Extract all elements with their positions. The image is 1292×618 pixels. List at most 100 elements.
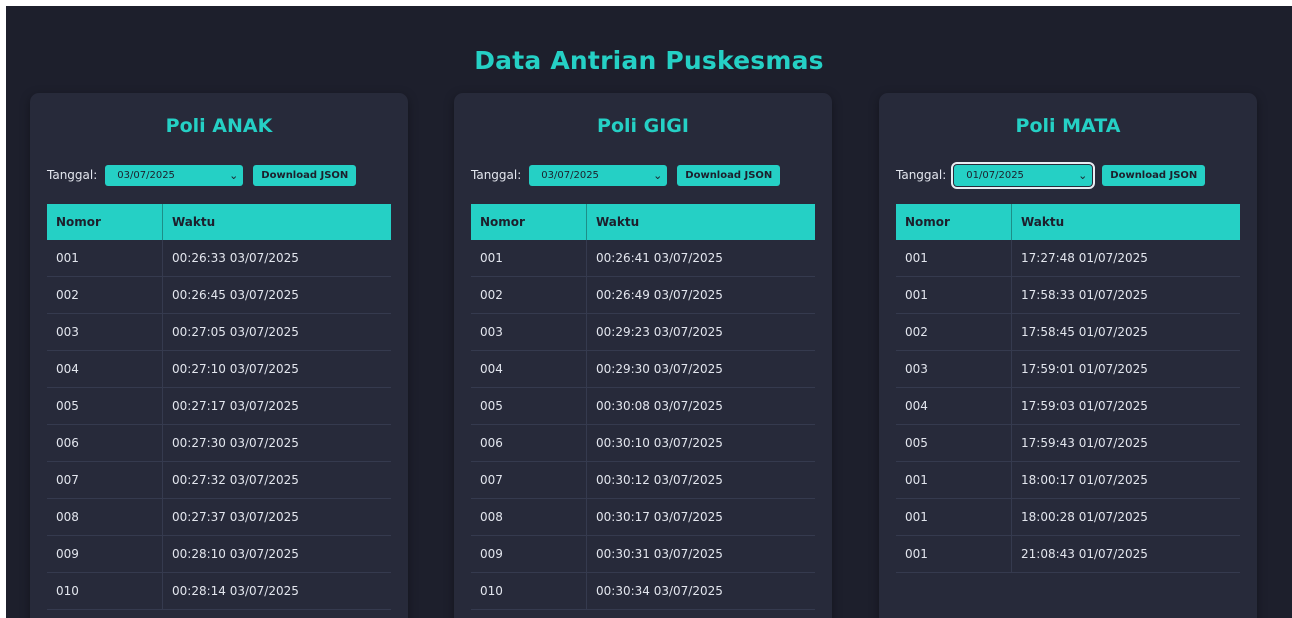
cell-nomor: 004 bbox=[47, 350, 163, 388]
cell-nomor: 010 bbox=[47, 572, 163, 610]
cell-nomor: 001 bbox=[471, 240, 587, 277]
table-row: 009 00:30:31 03/07/2025 bbox=[471, 535, 815, 573]
cell-waktu: 00:26:41 03/07/2025 bbox=[586, 240, 815, 277]
table-row: 003 00:29:23 03/07/2025 bbox=[471, 313, 815, 351]
cell-nomor: 003 bbox=[471, 313, 587, 351]
cell-waktu: 18:00:17 01/07/2025 bbox=[1011, 461, 1240, 499]
column-header-nomor: Nomor bbox=[47, 204, 163, 240]
cell-waktu: 00:28:10 03/07/2025 bbox=[162, 535, 391, 573]
panel-poli-anak: Poli ANAK Tanggal: 03/07/2025 ⌄ Download… bbox=[30, 93, 408, 618]
cell-nomor: 005 bbox=[896, 424, 1012, 462]
panel-controls: Tanggal: 01/07/2025 ⌄ Download JSON bbox=[896, 161, 1206, 189]
table-header-row: Nomor Waktu bbox=[896, 204, 1240, 240]
table-row: 010 00:30:34 03/07/2025 bbox=[471, 572, 815, 610]
date-select[interactable]: 01/07/2025 ⌄ bbox=[951, 161, 1096, 189]
cell-nomor: 006 bbox=[47, 424, 163, 462]
panel-title: Poli ANAK bbox=[165, 115, 273, 137]
cell-nomor: 002 bbox=[47, 276, 163, 314]
table-row: 004 17:59:03 01/07/2025 bbox=[896, 387, 1240, 425]
date-select-value: 01/07/2025 bbox=[966, 169, 1024, 181]
table-row: 001 21:08:43 01/07/2025 bbox=[896, 535, 1240, 573]
app-window: Data Antrian Puskesmas Poli ANAK Tanggal… bbox=[6, 6, 1292, 618]
panel-poli-mata: Poli MATA Tanggal: 01/07/2025 ⌄ Download… bbox=[879, 93, 1257, 618]
column-header-waktu: Waktu bbox=[162, 204, 391, 240]
table-row: 006 00:30:10 03/07/2025 bbox=[471, 424, 815, 462]
cell-waktu: 00:28:14 03/07/2025 bbox=[162, 572, 391, 610]
table-row: 006 00:27:30 03/07/2025 bbox=[47, 424, 391, 462]
cell-waktu: 18:00:28 01/07/2025 bbox=[1011, 498, 1240, 536]
date-select[interactable]: 03/07/2025 ⌄ bbox=[105, 164, 244, 186]
table-row: 010 00:28:14 03/07/2025 bbox=[47, 572, 391, 610]
date-select-value: 03/07/2025 bbox=[541, 169, 599, 181]
table-row: 002 17:58:45 01/07/2025 bbox=[896, 313, 1240, 351]
cell-waktu: 00:27:10 03/07/2025 bbox=[162, 350, 391, 388]
cell-waktu: 17:27:48 01/07/2025 bbox=[1011, 240, 1240, 277]
table-row: 002 00:26:45 03/07/2025 bbox=[47, 276, 391, 314]
cell-nomor: 001 bbox=[896, 461, 1012, 499]
cell-waktu: 00:27:17 03/07/2025 bbox=[162, 387, 391, 425]
table-row: 001 18:00:28 01/07/2025 bbox=[896, 498, 1240, 536]
table-row: 009 00:28:10 03/07/2025 bbox=[47, 535, 391, 573]
table-row: 001 18:00:17 01/07/2025 bbox=[896, 461, 1240, 499]
table-row: 004 00:27:10 03/07/2025 bbox=[47, 350, 391, 388]
download-json-button[interactable]: Download JSON bbox=[253, 164, 357, 186]
table-row: 003 17:59:01 01/07/2025 bbox=[896, 350, 1240, 388]
cell-nomor: 010 bbox=[471, 572, 587, 610]
cell-nomor: 009 bbox=[47, 535, 163, 573]
cell-nomor: 007 bbox=[47, 461, 163, 499]
cell-waktu: 00:26:49 03/07/2025 bbox=[586, 276, 815, 314]
chevron-down-icon: ⌄ bbox=[1078, 168, 1088, 182]
cell-waktu: 21:08:43 01/07/2025 bbox=[1011, 535, 1240, 573]
date-label: Tanggal: bbox=[471, 168, 522, 182]
date-select-value: 03/07/2025 bbox=[117, 169, 175, 181]
cell-nomor: 001 bbox=[896, 276, 1012, 314]
page-title: Data Antrian Puskesmas bbox=[474, 46, 824, 75]
panel-title: Poli GIGI bbox=[597, 115, 689, 137]
date-select[interactable]: 03/07/2025 ⌄ bbox=[529, 164, 668, 186]
chevron-down-icon: ⌄ bbox=[653, 168, 663, 182]
cell-nomor: 001 bbox=[896, 498, 1012, 536]
queue-table: Nomor Waktu 001 17:27:48 01/07/2025 001 17:… bbox=[896, 204, 1240, 573]
cell-waktu: 00:30:12 03/07/2025 bbox=[586, 461, 815, 499]
cell-nomor: 004 bbox=[896, 387, 1012, 425]
download-json-button[interactable]: Download JSON bbox=[677, 164, 781, 186]
cell-waktu: 00:30:10 03/07/2025 bbox=[586, 424, 815, 462]
table-row: 001 17:27:48 01/07/2025 bbox=[896, 240, 1240, 277]
cell-waktu: 00:30:34 03/07/2025 bbox=[586, 572, 815, 610]
cell-nomor: 003 bbox=[47, 313, 163, 351]
table-row: 004 00:29:30 03/07/2025 bbox=[471, 350, 815, 388]
cell-waktu: 00:27:32 03/07/2025 bbox=[162, 461, 391, 499]
cell-nomor: 009 bbox=[471, 535, 587, 573]
column-header-nomor: Nomor bbox=[471, 204, 587, 240]
cell-nomor: 003 bbox=[896, 350, 1012, 388]
cell-nomor: 007 bbox=[471, 461, 587, 499]
cell-nomor: 005 bbox=[471, 387, 587, 425]
cell-waktu: 00:30:31 03/07/2025 bbox=[586, 535, 815, 573]
cell-nomor: 002 bbox=[896, 313, 1012, 351]
cell-waktu: 17:58:45 01/07/2025 bbox=[1011, 313, 1240, 351]
table-row: 005 00:27:17 03/07/2025 bbox=[47, 387, 391, 425]
table-row: 007 00:30:12 03/07/2025 bbox=[471, 461, 815, 499]
queue-table: Nomor Waktu 001 00:26:33 03/07/2025 002 00:… bbox=[47, 204, 391, 610]
cell-nomor: 001 bbox=[47, 240, 163, 277]
column-header-nomor: Nomor bbox=[896, 204, 1012, 240]
table-row: 001 00:26:41 03/07/2025 bbox=[471, 240, 815, 277]
cell-nomor: 008 bbox=[47, 498, 163, 536]
table-header-row: Nomor Waktu bbox=[471, 204, 815, 240]
cell-waktu: 17:59:01 01/07/2025 bbox=[1011, 350, 1240, 388]
table-row: 008 00:30:17 03/07/2025 bbox=[471, 498, 815, 536]
table-header-row: Nomor Waktu bbox=[47, 204, 391, 240]
cell-waktu: 00:26:33 03/07/2025 bbox=[162, 240, 391, 277]
cell-waktu: 00:30:17 03/07/2025 bbox=[586, 498, 815, 536]
cell-nomor: 001 bbox=[896, 535, 1012, 573]
cell-waktu: 00:27:30 03/07/2025 bbox=[162, 424, 391, 462]
cell-waktu: 17:59:03 01/07/2025 bbox=[1011, 387, 1240, 425]
queue-table: Nomor Waktu 001 00:26:41 03/07/2025 002 00:… bbox=[471, 204, 815, 610]
table-row: 001 00:26:33 03/07/2025 bbox=[47, 240, 391, 277]
cell-nomor: 004 bbox=[471, 350, 587, 388]
cell-waktu: 00:30:08 03/07/2025 bbox=[586, 387, 815, 425]
download-json-button[interactable]: Download JSON bbox=[1102, 164, 1206, 186]
table-row: 005 17:59:43 01/07/2025 bbox=[896, 424, 1240, 462]
column-header-waktu: Waktu bbox=[586, 204, 815, 240]
table-row: 008 00:27:37 03/07/2025 bbox=[47, 498, 391, 536]
